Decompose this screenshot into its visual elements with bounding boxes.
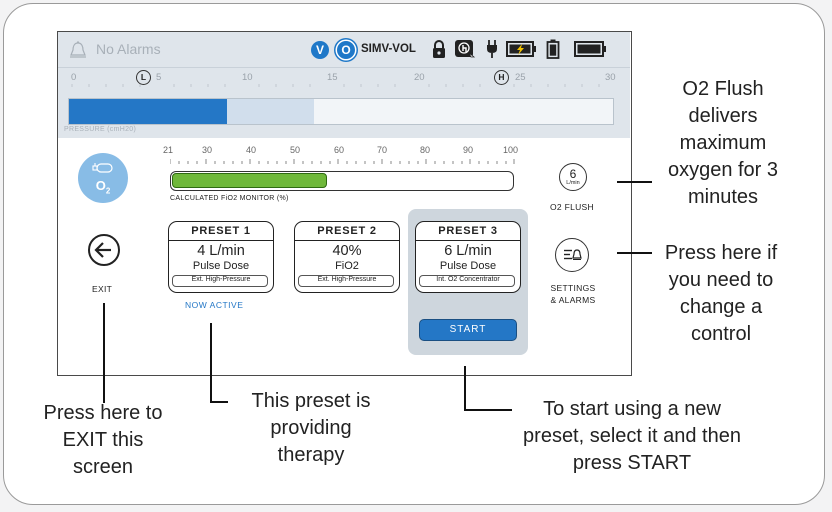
o2-flush-button[interactable]: 6 L/min bbox=[559, 163, 587, 191]
preset-source: Int. O2 Concentrator bbox=[436, 276, 500, 283]
internal-battery-icon bbox=[546, 39, 560, 59]
active-leader-line bbox=[210, 323, 212, 402]
fio2-tick-label: 50 bbox=[290, 145, 301, 155]
fio2-monitor-fill bbox=[172, 173, 328, 188]
preset-mode: Pulse Dose bbox=[439, 260, 497, 272]
charging-battery-icon bbox=[506, 41, 536, 57]
touch-lock-icon bbox=[455, 40, 476, 58]
status-bar: No Alarms V O SIMV-VOL bbox=[58, 32, 630, 68]
arrow-left-icon bbox=[94, 242, 111, 258]
oxygen-label: O2 bbox=[95, 178, 111, 196]
preset-2-button[interactable]: PRESET 2 40% FiO2 Ext. High-Pressure bbox=[294, 221, 400, 293]
fio2-monitor-bar bbox=[170, 171, 514, 191]
pressure-current-fill bbox=[69, 99, 227, 124]
preset-title: PRESET 2 bbox=[295, 222, 399, 241]
fio2-tick-label: 30 bbox=[202, 145, 213, 155]
bell-icon bbox=[70, 41, 86, 58]
o2-flush-value: 6 bbox=[569, 167, 577, 181]
pressure-tick-label: 10 bbox=[242, 72, 253, 83]
fio2-tick-label: 40 bbox=[246, 145, 257, 155]
preset-value: 6 L/min bbox=[444, 243, 492, 259]
low-pressure-marker: L bbox=[136, 70, 151, 85]
start-leader-line bbox=[464, 366, 466, 410]
lock-icon bbox=[433, 40, 445, 58]
o2-flush-callout: O2 Flush delivers maximum oxygen for 3 m… bbox=[667, 78, 779, 208]
ac-power-plug-icon bbox=[487, 40, 497, 58]
fio2-tick-label: 80 bbox=[420, 145, 431, 155]
o2-flush-unit: L/min bbox=[566, 180, 580, 186]
high-pressure-marker: H bbox=[494, 70, 509, 85]
fio2-tick-label: 21 bbox=[163, 145, 174, 155]
pressure-tick-label: 25 bbox=[515, 72, 526, 83]
pressure-bar bbox=[68, 98, 614, 125]
preset-source: Ext. High-Pressure bbox=[191, 276, 251, 283]
pressure-tick-label: 30 bbox=[605, 72, 616, 83]
oxygen-cylinder-icon bbox=[92, 163, 113, 173]
ventilation-mode: SIMV-VOL bbox=[361, 43, 416, 55]
external-battery-icon bbox=[574, 41, 606, 57]
o2-flush-leader-line bbox=[617, 181, 652, 183]
exit-leader-line bbox=[103, 303, 105, 403]
volume-breath-badge: V bbox=[311, 41, 329, 59]
oxygen-source-button[interactable]: O2 bbox=[78, 153, 128, 203]
device-screen: No Alarms V O SIMV-VOL 0 5 10 15 20 25 3… bbox=[57, 31, 632, 376]
preset-value: 40% bbox=[332, 243, 362, 259]
preset-3-button[interactable]: PRESET 3 6 L/min Pulse Dose Int. O2 Conc… bbox=[415, 221, 521, 293]
exit-button[interactable] bbox=[88, 234, 120, 266]
fio2-tick-label: 60 bbox=[334, 145, 345, 155]
preset-1-button[interactable]: PRESET 1 4 L/min Pulse Dose Ext. High-Pr… bbox=[168, 221, 274, 293]
preset-value: 4 L/min bbox=[197, 243, 245, 259]
fio2-tick-label: 100 bbox=[503, 145, 519, 155]
settings-alarms-button[interactable] bbox=[555, 238, 589, 272]
exit-label: EXIT bbox=[92, 284, 113, 294]
alarm-status-text: No Alarms bbox=[96, 41, 161, 57]
start-button[interactable]: START bbox=[419, 319, 517, 341]
exit-callout: Press here to EXIT this screen bbox=[43, 402, 163, 478]
pressure-tick-label: 15 bbox=[327, 72, 338, 83]
settings-bell-icon bbox=[564, 249, 582, 260]
preset-source: Ext. High-Pressure bbox=[317, 276, 377, 283]
preset-mode: FiO2 bbox=[335, 260, 359, 272]
fio2-minor-ticks bbox=[170, 159, 515, 164]
pressure-tick-label: 5 bbox=[156, 72, 162, 83]
settings-leader-line bbox=[617, 252, 652, 254]
active-preset-callout: This preset is providing therapy bbox=[251, 390, 371, 466]
pressure-tick-label: 20 bbox=[414, 72, 425, 83]
pressure-tick-label: 0 bbox=[71, 72, 77, 83]
preset-title: PRESET 1 bbox=[169, 222, 273, 241]
preset-title: PRESET 3 bbox=[416, 222, 520, 241]
settings-callout: Press here if you need to change a contr… bbox=[664, 242, 778, 345]
settings-alarms-label: SETTINGS & ALARMS bbox=[550, 283, 596, 305]
fio2-tick-label: 70 bbox=[377, 145, 388, 155]
now-active-label: NOW ACTIVE bbox=[185, 300, 244, 310]
pressure-scale: 0 5 10 15 20 25 30 L H PRESSURE (cmH20) bbox=[58, 68, 630, 138]
fio2-tick-label: 90 bbox=[463, 145, 474, 155]
pressure-minor-ticks bbox=[71, 84, 600, 87]
pressure-axis-label: PRESSURE (cmH20) bbox=[64, 126, 137, 133]
fio2-monitor-label: CALCULATED FiO2 MONITOR (%) bbox=[170, 195, 289, 202]
o2-flush-label: O2 FLUSH bbox=[550, 202, 594, 212]
oxygen-source-badge: O bbox=[337, 41, 355, 59]
preset-mode: Pulse Dose bbox=[192, 260, 250, 272]
start-callout: To start using a new preset, select it a… bbox=[523, 398, 741, 474]
